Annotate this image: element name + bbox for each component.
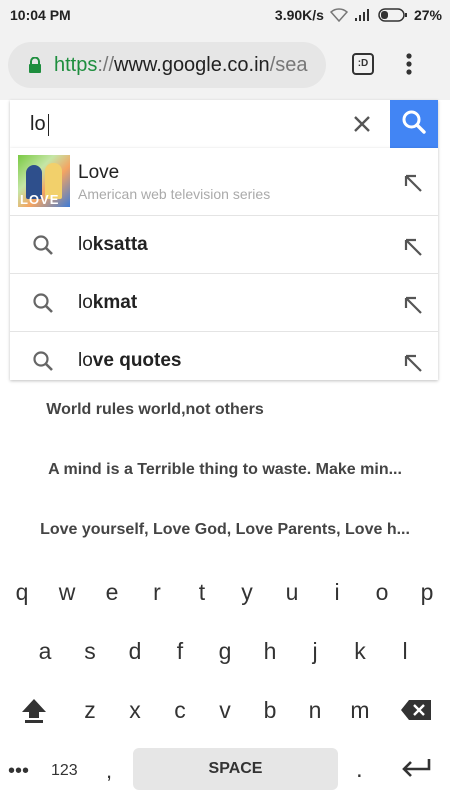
key-i[interactable]: i xyxy=(317,572,357,612)
key-d[interactable]: d xyxy=(115,631,155,671)
key-e[interactable]: e xyxy=(92,572,132,612)
network-speed: 3.90K/s xyxy=(274,7,324,23)
suggestion-title: Love xyxy=(78,162,120,183)
suggestion-prefix: lo xyxy=(78,350,93,371)
key-c[interactable]: c xyxy=(160,690,200,730)
comma-key[interactable]: , xyxy=(106,758,112,784)
key-n[interactable]: n xyxy=(295,690,335,730)
suggestion-subtitle: American web television series xyxy=(78,186,271,202)
signal-icon xyxy=(354,8,372,22)
suggestion-lokmat[interactable]: lokmat xyxy=(10,274,438,332)
arrow-up-left-icon[interactable] xyxy=(402,172,424,199)
text-cursor xyxy=(48,114,49,136)
search-icon xyxy=(401,109,427,140)
thumb-text: LOVE xyxy=(20,192,60,207)
quote-3[interactable]: Love yourself, Love God, Love Parents, L… xyxy=(0,521,450,539)
url-path: /sea xyxy=(269,54,308,76)
key-b[interactable]: b xyxy=(250,690,290,730)
key-k[interactable]: k xyxy=(340,631,380,671)
url-scheme: https xyxy=(54,54,98,76)
key-m[interactable]: m xyxy=(340,690,380,730)
key-q[interactable]: q xyxy=(2,572,42,612)
suggestions-dropdown: LOVE Love American web television series… xyxy=(10,148,438,380)
search-button[interactable] xyxy=(390,100,438,148)
suggestion-suffix: ve quotes xyxy=(92,350,182,371)
arrow-up-left-icon[interactable] xyxy=(402,236,424,263)
lock-icon xyxy=(28,56,42,78)
quote-2[interactable]: A mind is a Terrible thing to waste. Mak… xyxy=(0,461,450,479)
shift-icon[interactable] xyxy=(14,690,54,730)
clear-icon[interactable] xyxy=(352,114,372,139)
key-u[interactable]: u xyxy=(272,572,312,612)
key-o[interactable]: o xyxy=(362,572,402,612)
suggestion-love[interactable]: LOVE Love American web television series xyxy=(10,148,438,216)
emoji-dots-key[interactable]: ••• xyxy=(8,760,29,783)
suggestion-text: love quotes xyxy=(78,350,182,372)
status-time: 10:04 PM xyxy=(10,7,71,23)
suggestion-prefix: lo xyxy=(78,234,93,255)
key-s[interactable]: s xyxy=(70,631,110,671)
key-p[interactable]: p xyxy=(407,572,447,612)
wifi-icon xyxy=(329,8,348,22)
search-box xyxy=(10,100,438,148)
status-right: 3.90K/s 27% xyxy=(275,7,442,23)
arrow-up-left-icon[interactable] xyxy=(402,352,424,379)
key-j[interactable]: j xyxy=(295,631,335,671)
address-bar[interactable]: https://www.google.co.in/sea xyxy=(8,42,326,88)
key-a[interactable]: a xyxy=(25,631,65,671)
suggestion-suffix: ksatta xyxy=(92,234,148,255)
suggestion-love-quotes[interactable]: love quotes xyxy=(10,332,438,380)
space-key[interactable]: SPACE xyxy=(133,748,338,790)
battery-percent: 27% xyxy=(413,7,442,23)
tab-switcher-button[interactable]: :D xyxy=(352,53,374,75)
search-input[interactable] xyxy=(10,100,340,148)
suggestion-text: lokmat xyxy=(78,292,137,314)
url-text: https://www.google.co.in/sea xyxy=(54,54,308,77)
key-z[interactable]: z xyxy=(70,690,110,730)
url-host: www.google.co.in xyxy=(114,54,270,76)
battery-icon xyxy=(378,8,408,22)
suggestion-loksatta[interactable]: loksatta xyxy=(10,216,438,274)
quote-1[interactable]: World rules world,not others xyxy=(0,401,380,419)
arrow-up-left-icon[interactable] xyxy=(402,294,424,321)
symbols-key[interactable]: 123 xyxy=(51,762,78,780)
suggestion-suffix: kmat xyxy=(92,292,138,313)
status-bar: 10:04 PM 3.90K/s 27% xyxy=(0,0,450,30)
key-f[interactable]: f xyxy=(160,631,200,671)
key-l[interactable]: l xyxy=(385,631,425,671)
browser-toolbar: https://www.google.co.in/sea :D xyxy=(0,30,450,100)
key-w[interactable]: w xyxy=(47,572,87,612)
key-y[interactable]: y xyxy=(227,572,267,612)
search-icon xyxy=(32,292,54,319)
keyboard: q w e r t y u i o p a s d f g h j k l z … xyxy=(0,562,450,800)
enter-icon[interactable] xyxy=(400,758,432,783)
key-r[interactable]: r xyxy=(137,572,177,612)
love-thumbnail: LOVE xyxy=(18,155,70,207)
suggestion-text: loksatta xyxy=(78,234,148,256)
url-separator: :// xyxy=(97,54,115,76)
key-x[interactable]: x xyxy=(115,690,155,730)
key-v[interactable]: v xyxy=(205,690,245,730)
suggestion-prefix: lo xyxy=(78,292,93,313)
key-g[interactable]: g xyxy=(205,631,245,671)
backspace-icon[interactable] xyxy=(396,690,436,730)
key-t[interactable]: t xyxy=(182,572,222,612)
menu-icon[interactable] xyxy=(405,52,413,81)
search-icon xyxy=(32,234,54,261)
search-icon xyxy=(32,350,54,377)
key-h[interactable]: h xyxy=(250,631,290,671)
period-key[interactable]: . xyxy=(356,756,363,784)
